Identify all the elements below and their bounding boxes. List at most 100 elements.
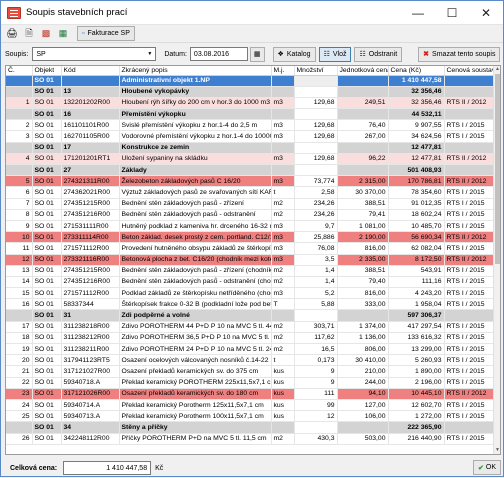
ok-button[interactable]: ✔ OK	[473, 460, 501, 475]
table-cell	[294, 108, 338, 121]
table-cell	[337, 309, 389, 322]
column-header[interactable]: Množství	[294, 66, 338, 76]
maximize-button[interactable]: ☐	[435, 1, 469, 25]
excel-icon[interactable]: ▦	[56, 27, 70, 41]
table-cell: 816,00	[337, 287, 389, 300]
total-value: 1 410 447,58	[106, 464, 148, 472]
table-cell: 91 012,35	[388, 198, 445, 210]
table-cell: 249,51	[337, 97, 389, 110]
table-cell: kus	[271, 410, 295, 423]
group-row[interactable]: SO 01 27 Základy 501 408,93	[6, 164, 496, 177]
column-header[interactable]: Cena (Kč)	[388, 66, 445, 76]
katalog-button[interactable]: ❖ Katalog	[272, 46, 316, 62]
table-row[interactable]: 20 SO 01 317941123RT5 Osazení ocelových vál…	[6, 354, 496, 367]
table-row[interactable]: 7 SO 01 274351215R00 Bednění stěn základový…	[6, 198, 496, 210]
table-row[interactable]: 2 SO 01 161101101R00 Svislé přemístění výko…	[6, 119, 496, 132]
table-row[interactable]: 16 SO 01 58337344 Štěrkopísek frakce 0-32 B…	[6, 298, 496, 311]
column-header[interactable]: Kód	[61, 66, 120, 76]
table-row[interactable]: 1 SO 01 132201202R00 Hloubení rýh šířky do …	[6, 97, 496, 110]
table-row[interactable]: 14 SO 01 274351216R00 Bednění stěn základov…	[6, 276, 496, 289]
table-cell: RTS I / 2015	[444, 220, 496, 233]
vlozit-button[interactable]: ☷ Vlož	[318, 46, 352, 62]
table-cell: 0,173	[294, 354, 338, 367]
table-row[interactable]: 23 SO 01 317121026R00 Osazení překladů kera…	[6, 388, 496, 400]
table-cell: 58337344	[61, 298, 120, 311]
group-row[interactable]: SO 01 13 Hloubené vykopávky 32 356,46	[6, 86, 496, 98]
table-cell: 222 365,90	[388, 421, 445, 434]
group-row[interactable]: SO 01 34 Stěny a příčky 222 365,90	[6, 421, 496, 434]
table-row[interactable]: 5 SO 01 274321311R00 Železobeton základovýc…	[6, 175, 496, 188]
table-row[interactable]: 22 SO 01 59340718.A Překlad keramický POROT…	[6, 377, 496, 389]
table-row[interactable]: 17 SO 01 311238218R00 Zdivo POROTHERM 44 P+…	[6, 321, 496, 333]
table-row[interactable]: 21 SO 01 317121027R00 Osazení překladů kera…	[6, 365, 496, 378]
column-header[interactable]: Č.	[6, 66, 33, 76]
table-row[interactable]: 13 SO 01 274351215R00 Bednění stěn základov…	[6, 265, 496, 277]
smazat-soupis-button[interactable]: ✖ Smazat tento soupis	[418, 46, 501, 62]
table-row[interactable]: 19 SO 01 311238211R00 Zdivo POROTHERM 24 P+…	[6, 343, 496, 356]
table-row[interactable]: 9 SO 01 271531111R00 Hutněný podklad z kame…	[6, 220, 496, 233]
scroll-down-icon[interactable]: ▼	[494, 447, 500, 454]
app-icon	[7, 6, 21, 19]
table-cell	[271, 86, 295, 98]
table-row[interactable]: 24 SO 01 59340714.A Překlad keramický Porot…	[6, 399, 496, 412]
column-header[interactable]: M.j.	[271, 66, 295, 76]
minimize-button[interactable]: —	[401, 1, 435, 25]
table-cell	[294, 164, 338, 177]
table-row[interactable]: 3 SO 01 162701105R00 Vodorovné přemístění v…	[6, 130, 496, 143]
table-row[interactable]: 12 SO 01 273321116R00 Betonová plocha z bet…	[6, 254, 496, 266]
table-cell: 129,68	[294, 97, 338, 110]
table-cell: Železobeton základových pasů C 16/20	[119, 175, 272, 188]
table-cell: 5,88	[294, 298, 338, 311]
table-cell: 34	[61, 421, 120, 434]
table-cell	[6, 421, 33, 434]
print-preview-icon[interactable]: 🗎	[22, 27, 36, 41]
table-row[interactable]: 11 SO 01 271571112R00 Provedení hutněného o…	[6, 242, 496, 255]
group-row[interactable]: SO 01 16 Přemístění výkopku 44 532,11	[6, 108, 496, 121]
odstranit-label: Odstranit	[368, 50, 398, 58]
table-cell: 2 196,00	[388, 377, 445, 389]
scroll-thumb[interactable]	[495, 74, 500, 264]
soupis-select[interactable]: SP ▼	[32, 47, 157, 61]
group-row[interactable]: SO 01 31 Zdi podpěrné a volné 597 306,37	[6, 309, 496, 322]
items-grid[interactable]: Č. Objekt Kód Zkrácený popis M.j. Množství Jed…	[5, 65, 501, 455]
group-row[interactable]: SO 01 Administrativní objekt 1.NP 1 410 44…	[6, 75, 496, 87]
fakturace-button[interactable]: ▫ Fakturace SP	[77, 26, 135, 41]
pdf-icon[interactable]: ▩	[39, 27, 53, 41]
table-cell: SO 01	[32, 377, 62, 389]
column-header[interactable]: Zkrácený popis	[119, 66, 272, 76]
table-cell: 13	[6, 265, 33, 277]
table-cell: SO 01	[32, 433, 62, 445]
column-header[interactable]: Jednotková cena	[337, 66, 389, 76]
table-cell: 2 190,00	[337, 231, 389, 244]
table-row[interactable]: 15 SO 01 271571112R00 Podklad základů ze št…	[6, 287, 496, 300]
table-row[interactable]: 8 SO 01 274351216R00 Bednění stěn základový…	[6, 209, 496, 221]
table-cell: SO 01	[32, 254, 62, 266]
print-icon[interactable]: 🖨	[5, 27, 19, 41]
table-row[interactable]: 4 SO 01 171201201RT1 Uložení sypaniny na sk…	[6, 153, 496, 166]
table-cell: 1,4	[294, 265, 338, 277]
column-header[interactable]: Cenová soustava	[444, 66, 496, 76]
table-row[interactable]: 25 SO 01 59340713.A Překlad keramický Porot…	[6, 410, 496, 423]
table-cell: 2 335,00	[337, 254, 389, 266]
table-cell: 5,2	[294, 287, 338, 300]
table-cell: 17	[61, 142, 120, 154]
table-cell: 10 445,10	[388, 388, 445, 400]
table-row[interactable]: 18 SO 01 311238212R00 Zdivo POROTHERM 36,5 …	[6, 332, 496, 345]
odstranit-button[interactable]: ☷ Odstranit	[354, 46, 403, 62]
table-row[interactable]: 10 SO 01 273311114R00 Beton základ. desek p…	[6, 231, 496, 244]
column-header[interactable]: Objekt	[32, 66, 62, 76]
table-cell: RTS I / 2015	[444, 433, 496, 445]
table-cell: 311238218R00	[61, 321, 120, 333]
group-row[interactable]: SO 01 17 Konstrukce ze zemin 12 477,81	[6, 142, 496, 154]
datum-field[interactable]: 03.08.2016	[189, 47, 248, 61]
vertical-scrollbar[interactable]: ▲ ▼	[493, 66, 500, 454]
close-button[interactable]: ✕	[469, 1, 503, 25]
calendar-button[interactable]: ▦	[249, 46, 265, 62]
table-cell: RTS I / 2015	[444, 298, 496, 311]
scroll-up-icon[interactable]: ▲	[494, 66, 500, 73]
table-cell: 106,00	[337, 410, 389, 423]
table-cell: 417 297,54	[388, 321, 445, 333]
table-row[interactable]: 26 SO 01 342248112R00 Příčky POROTHERM P+D …	[6, 433, 496, 445]
table-cell	[271, 108, 295, 121]
table-row[interactable]: 6 SO 01 274362021R00 Výztuž základových pas…	[6, 186, 496, 199]
